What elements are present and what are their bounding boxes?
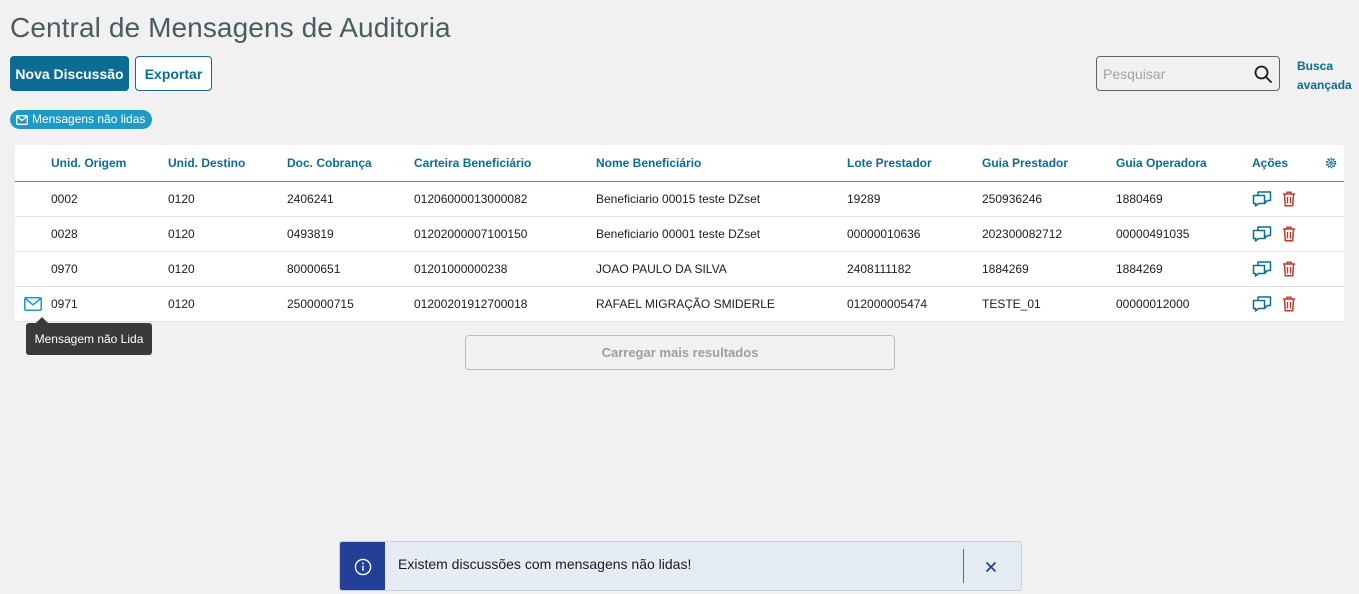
cell-guia-prestador: 250936246 [982,181,1116,217]
header-unid-destino[interactable]: Unid. Destino [168,145,287,182]
search-icon[interactable] [1253,64,1273,84]
cell-lote-prestador: 2408111182 [847,251,982,287]
cell-unid-destino: 0120 [168,251,287,287]
row-pad-cell [1324,286,1344,322]
cell-carteira-beneficiario: 01200201912700018 [414,286,596,322]
page-title: Central de Mensagens de Auditoria [10,12,451,43]
cell-doc-cobranca: 2500000715 [287,286,414,322]
advanced-search-label-2: avançada [1297,78,1352,92]
row-status-cell [15,216,51,252]
row-status-cell [15,181,51,217]
cell-carteira-beneficiario: 01201000000238 [414,251,596,287]
table-row[interactable]: 0002 0120 2406241 01206000013000082 Benefici… [15,181,1344,217]
header-nome-beneficiario[interactable]: Nome Beneficiário [596,145,847,182]
row-pad-cell [1324,181,1344,217]
trash-icon[interactable] [1282,191,1296,207]
cell-guia-prestador: 1884269 [982,251,1116,287]
table-header-row: Unid. Origem Unid. Destino Doc. Cobrança… [15,145,1344,182]
cell-unid-origem: 0970 [51,251,168,287]
cell-doc-cobranca: 0493819 [287,216,414,252]
header-settings [1324,145,1344,182]
envelope-icon[interactable] [24,296,42,311]
cell-nome-beneficiario: Beneficiario 00015 teste DZset [596,181,847,217]
export-button[interactable]: Exportar [135,56,212,91]
cell-guia-prestador: 202300082712 [982,216,1116,252]
advanced-search-link[interactable]: Busca avançada [1297,57,1353,95]
row-actions [1252,295,1324,313]
trash-icon[interactable] [1282,226,1296,242]
cell-unid-origem: 0971 [51,286,168,322]
toast-message: Existem discussões com mensagens não lid… [398,556,692,572]
row-actions-cell [1252,181,1324,217]
trash-icon[interactable] [1282,296,1296,312]
cell-unid-destino: 0120 [168,216,287,252]
table-row[interactable]: 0971 0120 2500000715 01200201912700018 RAFAE… [15,286,1344,322]
row-pad-cell [1324,251,1344,287]
table-row[interactable]: 0028 0120 0493819 01202000007100150 Benefici… [15,216,1344,252]
search-input[interactable] [1103,64,1243,84]
row-actions [1252,190,1324,208]
row-actions [1252,260,1324,278]
row-actions-cell [1252,216,1324,252]
row-status-cell [15,251,51,287]
row-actions-cell [1252,286,1324,322]
row-actions-cell [1252,251,1324,287]
toast-icon-box [340,542,385,590]
cell-carteira-beneficiario: 01202000007100150 [414,216,596,252]
header-carteira-beneficiario[interactable]: Carteira Beneficiário [414,145,596,182]
header-unid-origem[interactable]: Unid. Origem [51,145,168,182]
messages-table: Unid. Origem Unid. Destino Doc. Cobrança… [15,145,1344,322]
chat-icon[interactable] [1252,190,1272,208]
cell-nome-beneficiario: Beneficiario 00001 teste DZset [596,216,847,252]
envelope-icon [16,114,28,125]
unread-filter-label: Mensagens não lidas [32,112,146,126]
cell-lote-prestador: 19289 [847,181,982,217]
chat-icon[interactable] [1252,295,1272,313]
row-actions [1252,225,1324,243]
cell-nome-beneficiario: RAFAEL MIGRAÇÃO SMIDERLE [596,286,847,322]
row-pad-cell [1324,216,1344,252]
load-more-button[interactable]: Carregar mais resultados [465,335,895,370]
toast-divider [963,549,964,583]
row-status-cell [15,286,51,322]
chat-icon[interactable] [1252,225,1272,243]
trash-icon[interactable] [1282,261,1296,277]
notification-toast: Existem discussões com mensagens não lid… [339,541,1022,591]
gear-icon[interactable] [1325,157,1337,169]
cell-doc-cobranca: 80000651 [287,251,414,287]
header-guia-operadora[interactable]: Guia Operadora [1116,145,1252,182]
cell-guia-operadora: 1884269 [1116,251,1252,287]
cell-guia-prestador: TESTE_01 [982,286,1116,322]
cell-lote-prestador: 00000010636 [847,216,982,252]
cell-lote-prestador: 012000005474 [847,286,982,322]
cell-unid-destino: 0120 [168,181,287,217]
close-icon[interactable] [980,556,1002,578]
unread-filter-tag[interactable]: Mensagens não lidas [10,110,153,129]
cell-nome-beneficiario: JOAO PAULO DA SILVA [596,251,847,287]
cell-unid-origem: 0028 [51,216,168,252]
cell-carteira-beneficiario: 01206000013000082 [414,181,596,217]
cell-doc-cobranca: 2406241 [287,181,414,217]
header-doc-cobranca[interactable]: Doc. Cobrança [287,145,414,182]
header-guia-prestador[interactable]: Guia Prestador [982,145,1116,182]
header-lote-prestador[interactable]: Lote Prestador [847,145,982,182]
advanced-search-label-1: Busca [1297,59,1334,73]
header-acoes: Ações [1252,145,1324,182]
info-icon [354,558,371,576]
table-row[interactable]: 0970 0120 80000651 01201000000238 JOAO PAULO… [15,251,1344,287]
header-icon-col [15,145,51,182]
cell-guia-operadora: 00000491035 [1116,216,1252,252]
unread-tooltip: Mensagem não Lida [26,317,152,355]
cell-guia-operadora: 00000012000 [1116,286,1252,322]
cell-unid-origem: 0002 [51,181,168,217]
chat-icon[interactable] [1252,260,1272,278]
cell-guia-operadora: 1880469 [1116,181,1252,217]
cell-unid-destino: 0120 [168,286,287,322]
search-box [1096,56,1280,91]
new-discussion-button[interactable]: Nova Discussão [10,56,129,91]
